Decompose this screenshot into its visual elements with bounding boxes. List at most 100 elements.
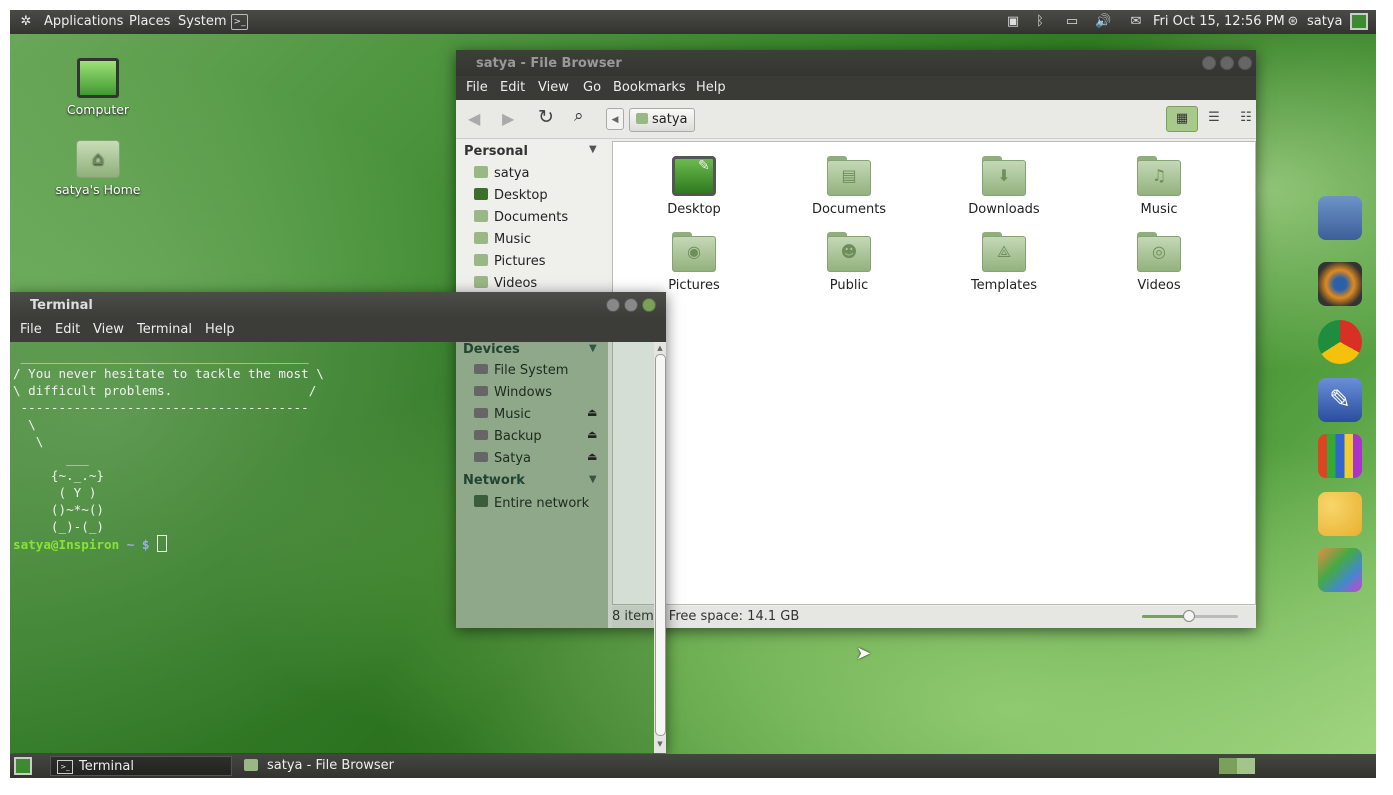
collapse-arrow-icon[interactable]: ▼ xyxy=(589,144,597,155)
eject-icon[interactable]: ⏏ xyxy=(587,450,597,463)
applications-menu[interactable]: Applications xyxy=(44,14,123,29)
eject-icon[interactable]: ⏏ xyxy=(587,428,597,441)
menu-edit[interactable]: Edit xyxy=(500,80,525,95)
bluetooth-icon[interactable]: ᛒ xyxy=(1032,14,1048,30)
terminal-scrollbar[interactable]: ▲ ▼ xyxy=(654,342,666,753)
sidebar-item-desktop[interactable]: Desktop xyxy=(474,188,548,206)
sidebar-item-documents[interactable]: Documents xyxy=(474,210,568,228)
close-button[interactable] xyxy=(1238,56,1252,70)
session-icon[interactable] xyxy=(1350,13,1368,30)
sidebar-item-backup[interactable]: Backup xyxy=(474,429,542,444)
file-browser-menubar: File Edit View Go Bookmarks Help xyxy=(456,76,1256,100)
forward-arrow-icon[interactable]: ▶ xyxy=(502,109,514,128)
menu-view[interactable]: View xyxy=(538,80,569,95)
taskbar-item-file-browser[interactable]: satya - File Browser xyxy=(236,756,426,776)
sidebar-item-entire-network[interactable]: Entire network xyxy=(474,495,589,511)
collapse-arrow-icon[interactable]: ▼ xyxy=(589,474,597,485)
collapse-arrow-icon[interactable]: ▼ xyxy=(589,343,597,354)
sidebar-item-satya-drive[interactable]: Satya xyxy=(474,451,531,466)
dock-paint-icon[interactable] xyxy=(1318,548,1362,592)
folder-label: Templates xyxy=(970,278,1038,293)
folder-music[interactable]: ♫ Music xyxy=(1099,156,1219,217)
user-name[interactable]: satya xyxy=(1307,14,1343,29)
terminal-titlebar[interactable]: Terminal xyxy=(10,292,666,318)
volume-icon[interactable]: 🔊 xyxy=(1095,14,1111,30)
scroll-up-icon[interactable]: ▲ xyxy=(655,344,665,352)
folder-downloads[interactable]: ⬇ Downloads xyxy=(944,156,1064,217)
top-panel: ✲ Applications Places System >_ ▣ ᛒ ▭ 🔊 … xyxy=(10,10,1376,34)
folder-videos[interactable]: ◎ Videos xyxy=(1099,232,1219,293)
eject-icon[interactable]: ⏏ xyxy=(587,406,597,419)
home-folder-icon: ⌂ xyxy=(76,140,120,178)
maximize-button[interactable] xyxy=(1220,56,1234,70)
places-menu[interactable]: Places xyxy=(129,14,170,29)
back-arrow-icon[interactable]: ◀ xyxy=(468,109,480,128)
terminal-menubar: File Edit View Terminal Help xyxy=(10,318,666,342)
show-desktop-icon[interactable] xyxy=(14,757,32,775)
zoom-slider-handle[interactable] xyxy=(1183,610,1195,622)
sidebar-item-music-drive[interactable]: Music xyxy=(474,407,531,422)
terminal-launcher-icon[interactable]: >_ xyxy=(231,14,248,30)
list-view-icon[interactable]: ☷ xyxy=(1230,106,1262,132)
menu-edit[interactable]: Edit xyxy=(55,322,80,337)
folder-label: Pictures xyxy=(668,278,720,293)
downloads-folder-icon: ⬇ xyxy=(982,156,1026,196)
user-status-icon[interactable]: ⊛ xyxy=(1285,14,1301,30)
minimize-button[interactable] xyxy=(1202,56,1216,70)
network-disconnected-icon[interactable]: ▣ xyxy=(1005,14,1021,30)
compact-view-icon[interactable]: ☰ xyxy=(1198,106,1230,132)
scroll-down-icon[interactable]: ▼ xyxy=(655,740,665,748)
maximize-button[interactable] xyxy=(624,298,638,312)
dock-calibre-icon[interactable] xyxy=(1318,434,1362,478)
desktop-icon-home[interactable]: ⌂ satya's Home xyxy=(48,140,148,197)
mouse-cursor-icon: ➤ xyxy=(856,643,872,664)
dock-eye-app-icon[interactable] xyxy=(1318,262,1362,306)
prompt-path: ~ $ xyxy=(119,537,158,552)
menu-terminal[interactable]: Terminal xyxy=(137,322,192,337)
dock-writer-icon[interactable]: ✎ xyxy=(1318,378,1362,422)
dock-cheese-icon[interactable] xyxy=(1318,492,1362,536)
ubuntu-logo-icon[interactable]: ✲ xyxy=(18,14,34,30)
reload-icon[interactable]: ↻ xyxy=(538,106,554,128)
system-menu[interactable]: System xyxy=(178,14,226,29)
folder-desktop[interactable]: ✎ Desktop xyxy=(634,156,754,217)
close-button[interactable] xyxy=(642,298,656,312)
path-left-button[interactable]: ◀ xyxy=(606,108,624,130)
file-browser-titlebar[interactable]: satya - File Browser xyxy=(456,50,1256,76)
dock-chrome-icon[interactable] xyxy=(1318,320,1362,364)
menu-help[interactable]: Help xyxy=(696,80,726,95)
menu-file[interactable]: File xyxy=(466,80,488,95)
sidebar-item-pictures[interactable]: Pictures xyxy=(474,254,545,272)
file-browser-content[interactable]: ✎ Desktop ▤ Documents ⬇ Downloads ♫ Musi… xyxy=(612,141,1256,605)
window-title: satya - File Browser xyxy=(476,56,622,71)
music-folder-icon: ♫ xyxy=(1137,156,1181,196)
sidebar-item-windows[interactable]: Windows xyxy=(474,385,552,400)
sidebar-item-music[interactable]: Music xyxy=(474,232,531,250)
scrollbar-thumb[interactable] xyxy=(655,354,666,736)
battery-icon[interactable]: ▭ xyxy=(1062,14,1082,30)
workspace-switcher[interactable] xyxy=(1219,758,1255,774)
minimize-button[interactable] xyxy=(606,298,620,312)
folder-templates[interactable]: ⟁ Templates xyxy=(944,232,1064,293)
taskbar-item-terminal[interactable]: >_ Terminal xyxy=(50,756,232,776)
drive-icon xyxy=(474,452,488,462)
mail-icon[interactable]: ✉ xyxy=(1128,14,1144,30)
menu-go[interactable]: Go xyxy=(583,80,601,95)
sidebar-item-satya[interactable]: satya xyxy=(474,166,530,184)
menu-bookmarks[interactable]: Bookmarks xyxy=(613,80,686,95)
folder-documents[interactable]: ▤ Documents xyxy=(789,156,909,217)
folder-pictures[interactable]: ◉ Pictures xyxy=(634,232,754,293)
search-icon[interactable]: ⌕ xyxy=(574,106,584,126)
clock[interactable]: Fri Oct 15, 12:56 PM xyxy=(1153,14,1285,29)
folder-public[interactable]: ☻ Public xyxy=(789,232,909,293)
icon-view-icon[interactable]: ▦ xyxy=(1166,106,1198,132)
home-icon xyxy=(474,166,488,178)
sidebar-item-file-system[interactable]: File System xyxy=(474,363,568,378)
path-segment-home[interactable]: satya xyxy=(629,108,695,132)
dock-workspace-icon[interactable] xyxy=(1318,196,1362,240)
menu-help[interactable]: Help xyxy=(205,322,235,337)
videos-folder-icon: ◎ xyxy=(1137,232,1181,272)
desktop-icon-computer[interactable]: Computer xyxy=(48,58,148,117)
menu-file[interactable]: File xyxy=(20,322,42,337)
menu-view[interactable]: View xyxy=(93,322,124,337)
